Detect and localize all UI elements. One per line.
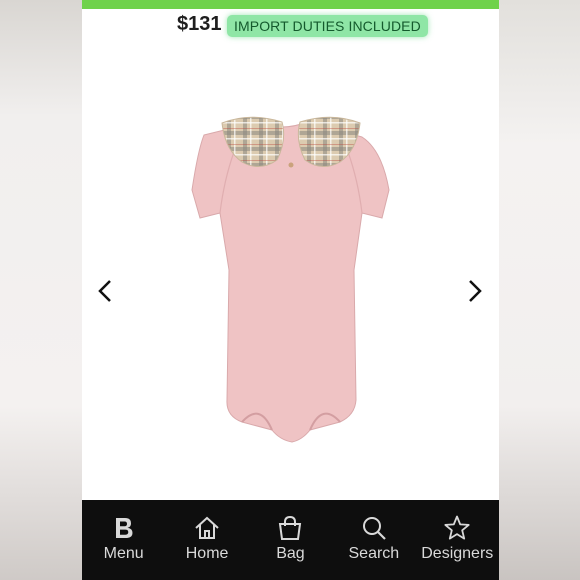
nav-item-search[interactable]: Search	[334, 500, 414, 580]
nav-item-designers[interactable]: Designers	[417, 500, 497, 580]
nav-item-home[interactable]: Home	[167, 500, 247, 580]
nav-label-search: Search	[348, 545, 400, 562]
backdrop-left	[0, 0, 82, 580]
backdrop-right	[499, 0, 580, 580]
loading-progress-bar	[82, 0, 499, 9]
brand-b-icon	[110, 514, 138, 542]
shopping-bag-icon	[276, 514, 304, 542]
bodysuit-body	[191, 121, 390, 443]
nav-item-bag[interactable]: Bag	[250, 500, 330, 580]
nav-label-bag: Bag	[276, 545, 305, 562]
product-price: $131	[177, 13, 222, 35]
product-image[interactable]	[142, 110, 442, 460]
chevron-left-icon	[98, 280, 111, 302]
loading-progress-fill	[82, 0, 499, 9]
import-duties-badge: IMPORT DUTIES INCLUDED	[227, 15, 428, 37]
next-image-button[interactable]	[460, 276, 490, 306]
bottom-navigation-bar: Menu Home Bag Search Designers	[82, 500, 499, 580]
nav-label-menu: Menu	[103, 545, 144, 562]
nav-label-designers: Designers	[421, 545, 494, 562]
nav-item-menu[interactable]: Menu	[84, 500, 164, 580]
chevron-right-icon	[469, 280, 482, 302]
previous-image-button[interactable]	[90, 276, 120, 306]
app-screen: $131 IMPORT DUTIES INCLUDED Menu Home Ba…	[82, 0, 499, 580]
search-icon	[360, 514, 388, 542]
nav-label-home: Home	[185, 545, 229, 562]
house-icon	[193, 514, 221, 542]
star-icon	[443, 514, 471, 542]
